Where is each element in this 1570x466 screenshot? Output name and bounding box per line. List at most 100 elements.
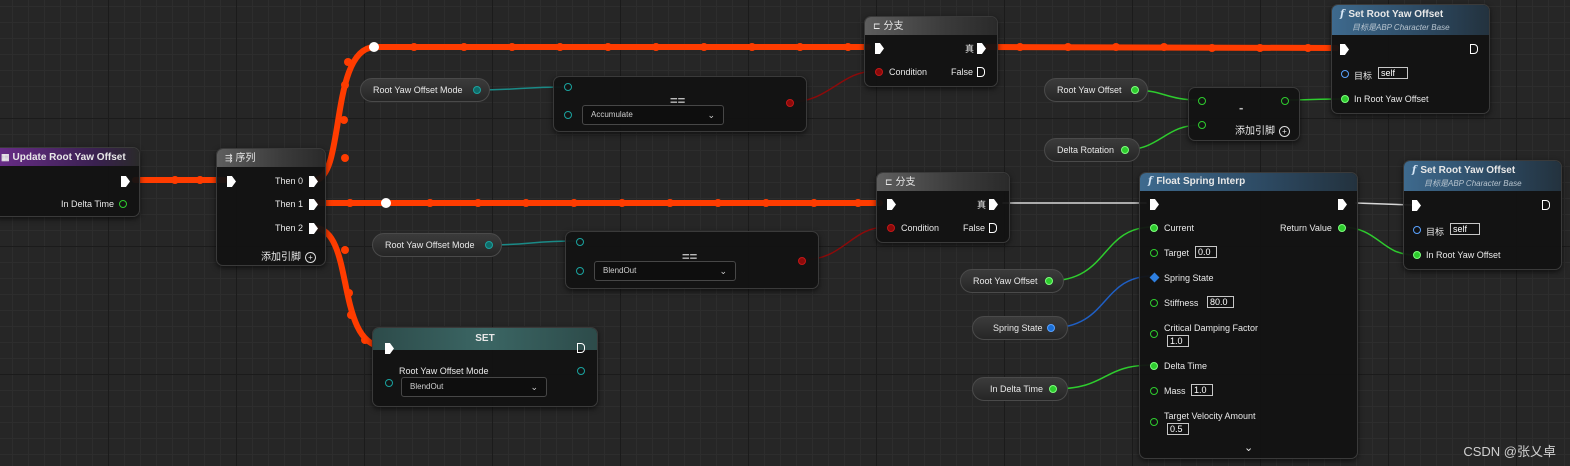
spring-target-pin[interactable] [1150, 249, 1158, 257]
branch-top-node[interactable]: ⊏ 分支 真 Condition False [864, 16, 998, 87]
add-pin-icon: + [305, 251, 316, 263]
set-root-yaw-top-exec-in-pin[interactable] [1340, 44, 1349, 55]
equal-mid-enum-dropdown[interactable]: BlendOut ⌄ [594, 261, 736, 281]
spring-current-pin[interactable] [1150, 224, 1158, 232]
spring-exec-out-pin[interactable] [1338, 199, 1347, 210]
set-mode-exec-out-pin[interactable] [577, 343, 585, 353]
set-root-yaw-offset-top-node[interactable]: f Set Root Yaw Offset 目标是ABP Character Ba… [1331, 4, 1490, 114]
event-node-title: Update Root Yaw Offset [12, 152, 126, 163]
sequence-exec-in-pin[interactable] [227, 176, 236, 187]
set-root-yaw-mid-in-pin[interactable] [1413, 251, 1421, 259]
then1-pin[interactable] [309, 199, 318, 210]
event-update-root-yaw-offset-node[interactable]: ▦ Update Root Yaw Offset In Delta Time [0, 147, 140, 217]
branch-top-true-pin[interactable] [977, 43, 986, 54]
branch-mid-node[interactable]: ⊏ 分支 真 Condition False [876, 172, 1010, 243]
spring-delta-time-pin[interactable] [1150, 362, 1158, 370]
spring-return-pin[interactable] [1338, 224, 1346, 232]
var-root-yaw-top-out-pin[interactable] [1131, 86, 1139, 94]
in-delta-time-pin[interactable] [119, 200, 127, 208]
var-root-yaw-offset-mode-top[interactable]: Root Yaw Offset Mode [360, 78, 490, 102]
branch-top-false-pin[interactable] [977, 67, 985, 77]
equal-mid-node[interactable]: == BlendOut ⌄ [565, 231, 819, 289]
then2-pin[interactable] [309, 223, 318, 234]
spring-damping-field[interactable]: 1.0 [1167, 335, 1189, 347]
branch-mid-condition-pin[interactable] [887, 224, 895, 232]
var-root-yaw-offset-mode-mid[interactable]: Root Yaw Offset Mode [372, 233, 502, 257]
set-root-yaw-mid-title: Set Root Yaw Offset [1420, 165, 1516, 176]
exec-wire-branchtrue-set [985, 44, 1339, 51]
branch-top-exec-in-pin[interactable] [875, 43, 884, 54]
set-root-yaw-offset-mode-node[interactable]: SET Root Yaw Offset Mode BlendOut ⌄ [372, 327, 598, 407]
set-mode-out-pin[interactable] [577, 367, 585, 375]
sequence-node[interactable]: ⇶ 序列 Then 0 Then 1 Then 2 添加引脚 + [216, 148, 326, 266]
equal-mid-b-pin[interactable] [576, 267, 584, 275]
spring-target-velocity-pin[interactable] [1150, 418, 1158, 426]
var-mode-top-out-pin[interactable] [473, 86, 481, 94]
set-root-yaw-top-in-pin[interactable] [1341, 95, 1349, 103]
var-root-yaw-mid-out-pin[interactable] [1045, 277, 1053, 285]
set-mode-in-pin[interactable] [385, 379, 393, 387]
set-root-yaw-mid-exec-out-pin[interactable] [1542, 200, 1550, 210]
set-root-yaw-mid-exec-in-pin[interactable] [1412, 200, 1421, 211]
set-root-yaw-mid-in-label: In Root Yaw Offset [1426, 250, 1501, 260]
branch-top-condition-pin[interactable] [875, 68, 883, 76]
sequence-node-header: ⇶ 序列 [217, 149, 325, 167]
branch-mid-true-label: 真 [977, 200, 987, 210]
equal-top-result-pin[interactable] [786, 99, 794, 107]
branch-mid-exec-in-pin[interactable] [887, 199, 896, 210]
equal-top-node[interactable]: == Accumulate ⌄ [553, 76, 807, 132]
set-root-yaw-top-target-pin[interactable] [1341, 70, 1349, 78]
spring-stiffness-field[interactable]: 80.0 [1207, 296, 1234, 308]
equal-top-enum-dropdown[interactable]: Accumulate ⌄ [582, 105, 724, 125]
set-root-yaw-mid-target-pin[interactable] [1413, 226, 1421, 234]
set-mode-enum-dropdown[interactable]: BlendOut ⌄ [401, 377, 547, 397]
subtract-b-pin[interactable] [1198, 121, 1206, 129]
branch-mid-false-pin[interactable] [989, 223, 997, 233]
spring-mass-pin[interactable] [1150, 387, 1158, 395]
spring-target-velocity-field[interactable]: 0.5 [1167, 423, 1189, 435]
set-root-yaw-mid-target-field[interactable]: self [1450, 223, 1480, 235]
set-mode-var-label: Root Yaw Offset Mode [399, 366, 489, 376]
spring-damping-pin[interactable] [1150, 330, 1158, 338]
spring-expand-chevron-icon[interactable]: ⌄ [1244, 441, 1253, 454]
var-delta-rotation[interactable]: Delta Rotation [1044, 138, 1140, 162]
csdn-watermark: CSDN @张乂卓 [1463, 444, 1556, 459]
subtract-operator: - [1239, 100, 1244, 115]
subtract-result-pin[interactable] [1281, 97, 1289, 105]
set-root-yaw-top-target-field[interactable]: self [1378, 67, 1408, 79]
var-delta-rotation-out-pin[interactable] [1121, 146, 1129, 154]
var-in-delta-time-out-pin[interactable] [1049, 385, 1057, 393]
branch-mid-true-pin[interactable] [989, 199, 998, 210]
var-spring-state[interactable]: Spring State [972, 316, 1068, 340]
var-spring-state-out-pin[interactable] [1047, 324, 1055, 332]
var-in-delta-time[interactable]: In Delta Time [972, 377, 1068, 401]
chevron-down-icon: ⌄ [707, 110, 715, 120]
equal-mid-a-pin[interactable] [576, 238, 584, 246]
branch-top-title: 分支 [883, 21, 904, 32]
subtract-node[interactable]: - 添加引脚 + [1188, 87, 1300, 141]
in-delta-time-label: In Delta Time [61, 199, 115, 209]
event-icon: ▦ [1, 152, 10, 162]
spring-stiffness-label: Stiffness [1164, 298, 1199, 308]
var-mode-mid-out-pin[interactable] [485, 241, 493, 249]
float-spring-interp-node[interactable]: f Float Spring Interp Current Return Valu… [1139, 172, 1358, 459]
spring-state-label: Spring State [1164, 273, 1214, 283]
var-root-yaw-offset-mid[interactable]: Root Yaw Offset [960, 269, 1064, 293]
subtract-add-pin-button[interactable]: 添加引脚 + [1235, 122, 1290, 137]
var-root-yaw-offset-top[interactable]: Root Yaw Offset [1044, 78, 1148, 102]
event-exec-out-pin[interactable] [121, 176, 130, 187]
set-root-yaw-top-exec-out-pin[interactable] [1470, 44, 1478, 54]
spring-stiffness-pin[interactable] [1150, 299, 1158, 307]
sequence-add-pin-button[interactable]: 添加引脚 + [261, 248, 316, 263]
spring-state-pin[interactable] [1149, 272, 1160, 283]
spring-mass-field[interactable]: 1.0 [1191, 384, 1213, 396]
set-root-yaw-offset-mid-node[interactable]: f Set Root Yaw Offset 目标是ABP Character Ba… [1403, 160, 1562, 270]
equal-top-b-pin[interactable] [564, 111, 572, 119]
equal-top-a-pin[interactable] [564, 83, 572, 91]
set-root-yaw-mid-header: f Set Root Yaw Offset 目标是ABP Character Ba… [1404, 161, 1561, 191]
subtract-a-pin[interactable] [1198, 97, 1206, 105]
spring-target-field[interactable]: 0.0 [1195, 246, 1217, 258]
equal-mid-result-pin[interactable] [798, 257, 806, 265]
then0-pin[interactable] [309, 176, 318, 187]
spring-exec-in-pin[interactable] [1150, 199, 1159, 210]
